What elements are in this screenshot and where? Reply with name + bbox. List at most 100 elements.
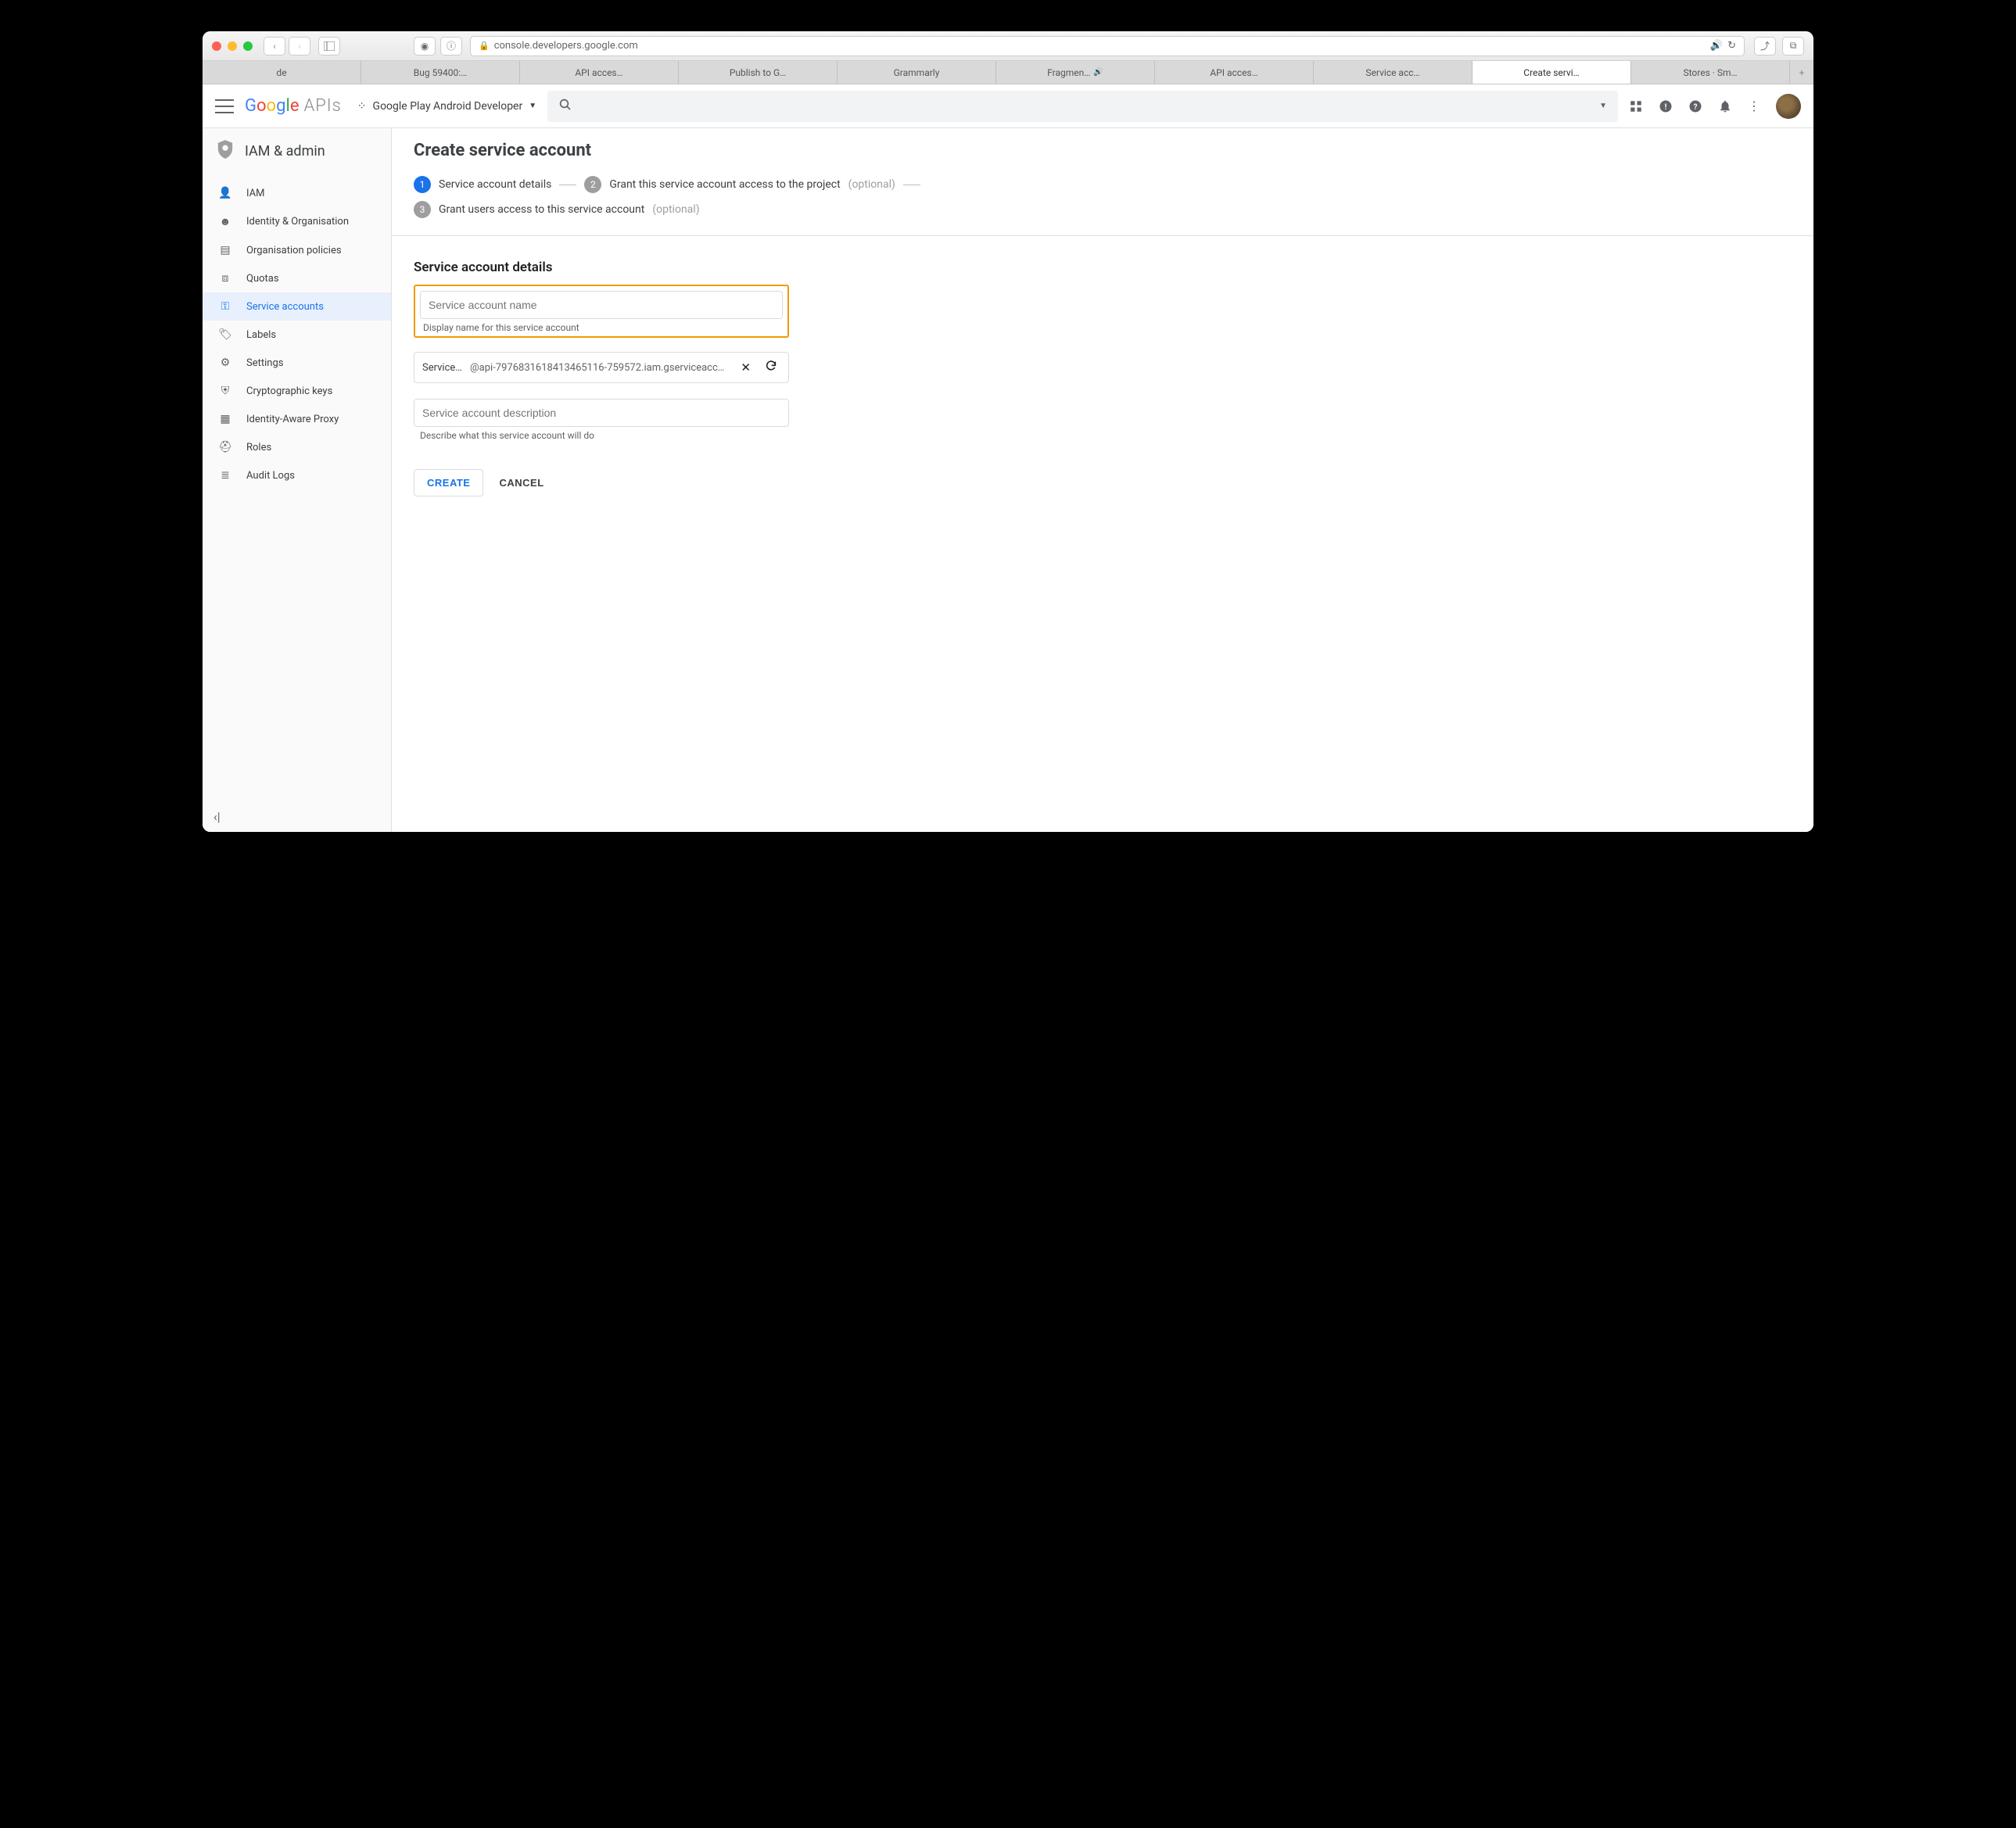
search-icon (558, 98, 572, 115)
browser-tab[interactable]: API acces… (520, 61, 679, 84)
form-actions: CREATE CANCEL (414, 469, 1792, 496)
browser-tab[interactable]: Fragmen…🔊 (996, 61, 1155, 84)
step-3-circle: 3 (414, 201, 431, 218)
search-bar[interactable]: ▼ (547, 91, 1618, 122)
name-helper: Display name for this service account (420, 322, 783, 333)
sidebar-title: IAM & admin (245, 143, 325, 160)
step-3: 3 Grant users access to this service acc… (414, 201, 700, 218)
sidebar-item-labels[interactable]: 🏷 Labels (203, 321, 391, 349)
service-icon: ⚿ (218, 300, 232, 313)
browser-tab[interactable]: Create servi… (1473, 61, 1631, 84)
sidebar-item-organisation-policies[interactable]: ▤Organisation policies (203, 236, 391, 264)
regenerate-id-icon[interactable] (762, 358, 780, 377)
minimize-window[interactable] (228, 41, 237, 51)
tab-title: API acces… (575, 67, 622, 78)
sidebar-item-roles[interactable]: ⛑Roles (203, 433, 391, 461)
tab-title: Service acc… (1365, 67, 1419, 78)
browser-tab[interactable]: de (203, 61, 361, 84)
sidebar-item-label: Quotas (246, 273, 279, 285)
sidebar-item-iam[interactable]: 👤 IAM (203, 179, 391, 207)
reload-icon[interactable]: ↻ (1727, 40, 1736, 52)
tab-title: Create servi… (1523, 67, 1579, 78)
step-3-label: Grant users access to this service accou… (439, 203, 644, 216)
section-title: Service account details (414, 260, 1792, 275)
sidebar-item-label: Organisation policies (246, 245, 342, 256)
sidebar-item-label: Identity & Organisation (246, 216, 349, 228)
forward-button[interactable]: › (289, 37, 310, 56)
browser-tab[interactable]: API acces… (1155, 61, 1314, 84)
sidebar-item-quotas[interactable]: ⧈ Quotas (203, 264, 391, 292)
address-bar[interactable]: 🔒 console.developers.google.com 🔊 ↻ (470, 36, 1745, 56)
sidebar-item-label: Labels (246, 329, 276, 341)
sidebar-item-label: Service accounts (246, 301, 324, 313)
collapse-sidebar[interactable]: ‹| (203, 801, 391, 832)
maximize-window[interactable] (243, 41, 253, 51)
gift-icon[interactable] (1629, 99, 1643, 113)
sidebar-toggle[interactable] (318, 37, 340, 56)
service-account-description-input[interactable] (414, 399, 789, 427)
tab-title: Bug 59400:… (414, 67, 467, 78)
sidebar-item-cryptographic-keys[interactable]: ⛨Cryptographic keys (203, 377, 391, 405)
clear-id-icon[interactable]: ✕ (737, 359, 754, 376)
step-2-optional: (optional) (848, 178, 895, 191)
tab-title: de (276, 67, 286, 78)
notifications-icon[interactable] (1718, 99, 1732, 113)
new-tab-button[interactable]: + (1790, 61, 1813, 84)
shield-key-icon: ⛨ (218, 385, 232, 397)
page-title: Create service account (414, 141, 1792, 160)
main-content: Create service account 1 Service account… (392, 128, 1813, 832)
tab-title: Publish to G… (730, 67, 786, 78)
google-apis-logo[interactable]: Google APIs (245, 96, 342, 116)
sidebar-item-label: Roles (246, 442, 271, 453)
quota-icon: ⧈ (218, 272, 232, 285)
share-icon[interactable]: ⤴ (1754, 37, 1776, 56)
browser-tabs: de Bug 59400:… API acces… Publish to G… Gram… (203, 61, 1813, 84)
sidebar-item-identity-aware-proxy[interactable]: ▦Identity-Aware Proxy (203, 405, 391, 433)
project-selector[interactable]: ⁘ Google Play Android Developer ▼ (357, 100, 536, 113)
body: IAM & admin 👤 IAM ☻Identity & Organisation… (203, 128, 1813, 832)
browser-tab[interactable]: Service acc… (1314, 61, 1473, 84)
ext-info-icon[interactable]: ⓘ (440, 37, 462, 56)
more-vert-icon[interactable]: ⋮ (1748, 99, 1760, 113)
step-2-circle: 2 (584, 176, 601, 193)
ext-grammarly-icon[interactable]: ◉ (414, 37, 436, 56)
sidebar-item-identity-organisation[interactable]: ☻Identity & Organisation (203, 207, 391, 236)
tab-title: Grammarly (894, 67, 940, 78)
step-1-circle: 1 (414, 176, 431, 193)
alert-icon[interactable]: ! (1659, 99, 1673, 113)
sidebar-item-label: Audit Logs (246, 470, 295, 482)
user-plus-icon: 👤 (218, 187, 232, 199)
service-account-id-label: Service… (422, 362, 462, 374)
nav-list: 👤 IAM ☻Identity & Organisation▤Organisatio… (203, 174, 391, 801)
search-input[interactable] (580, 99, 1591, 113)
back-button[interactable]: ‹ (264, 37, 285, 56)
close-window[interactable] (212, 41, 221, 51)
sidebar-item-service-accounts[interactable]: ⚿ Service accounts (203, 292, 391, 321)
caret-down-icon: ▼ (529, 102, 536, 110)
service-account-name-input[interactable] (420, 291, 783, 319)
traffic-lights (212, 41, 253, 51)
tag-icon: 🏷 (218, 328, 232, 341)
hamburger-menu[interactable] (215, 99, 234, 113)
user-avatar[interactable] (1776, 94, 1801, 119)
cancel-button[interactable]: CANCEL (499, 477, 543, 489)
service-account-id-row: Service… @api-7976831618413465116-759572… (414, 352, 789, 383)
reader-audio-icon[interactable]: 🔊 (1710, 40, 1723, 52)
stepper: 1 Service account details 2 Grant this s… (414, 176, 1792, 193)
tabs-overview-icon[interactable]: ⧉ (1782, 37, 1804, 56)
step-1-label: Service account details (439, 178, 551, 191)
help-icon[interactable]: ? (1688, 99, 1702, 113)
browser-tab[interactable]: Grammarly (838, 61, 996, 84)
toolbar-ext-icons: ◉ ⓘ (414, 37, 462, 56)
browser-tab[interactable]: Bug 59400:… (361, 61, 520, 84)
sidebar-item-label: IAM (246, 188, 264, 199)
sidebar-item-label: Identity-Aware Proxy (246, 414, 339, 425)
sidebar-item-audit-logs[interactable]: ≣Audit Logs (203, 461, 391, 489)
browser-tab[interactable]: Publish to G… (679, 61, 838, 84)
step-1: 1 Service account details (414, 176, 576, 193)
sidebar-item-settings[interactable]: ⚙Settings (203, 349, 391, 377)
search-dropdown-icon[interactable]: ▼ (1599, 102, 1607, 110)
create-button[interactable]: CREATE (414, 469, 483, 496)
browser-tab[interactable]: Stores · Sm… (1631, 61, 1790, 84)
titlebar-right: ⤴ ⧉ (1754, 37, 1804, 56)
